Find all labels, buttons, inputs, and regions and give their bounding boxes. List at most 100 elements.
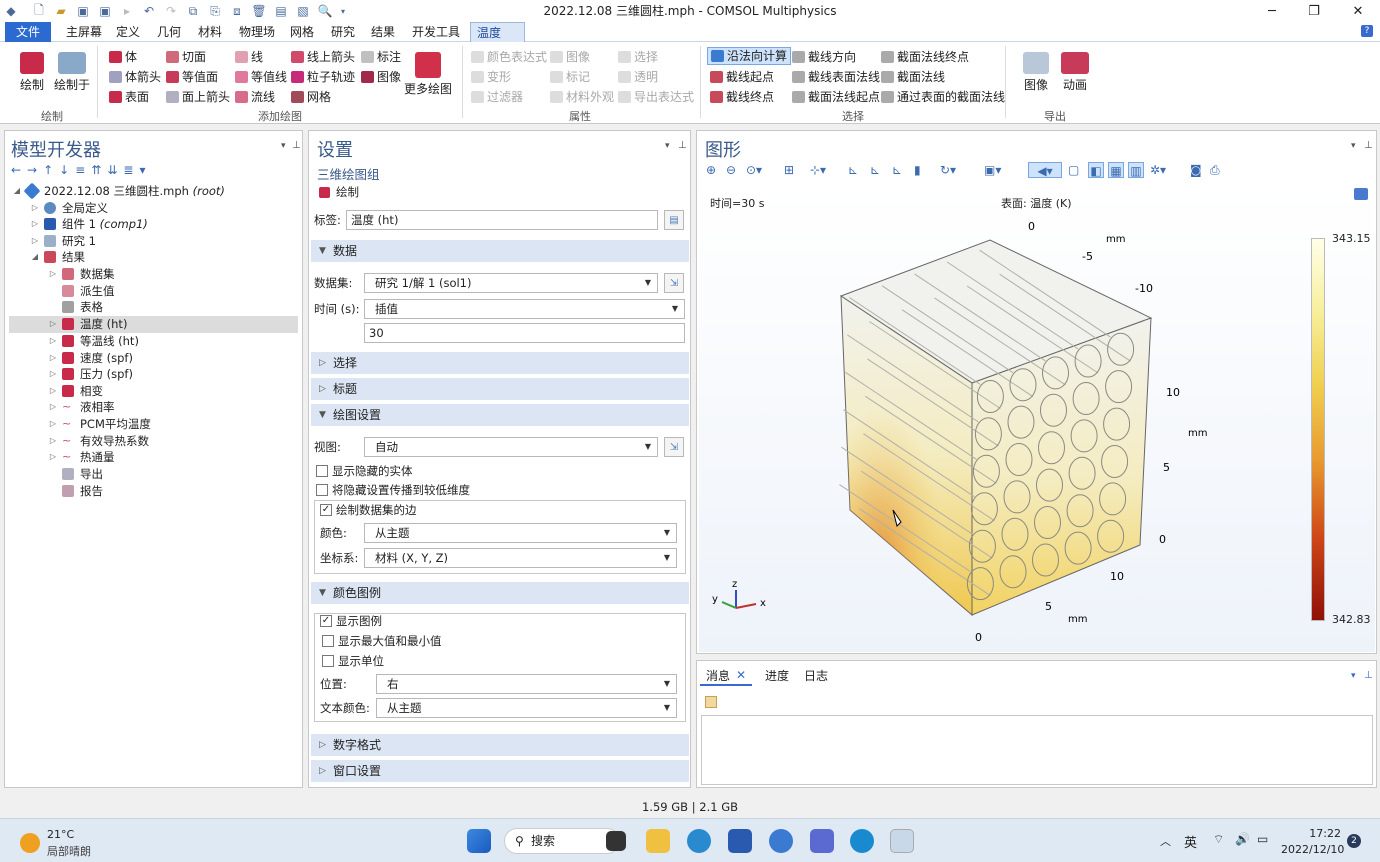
section-title[interactable]: ▷ 标题 [311,378,689,400]
tree-item-isotherms[interactable]: ▷ 等温线 (ht) [48,333,139,349]
expand-icon[interactable]: ▷ [48,433,58,449]
menu-file[interactable]: 文件 [5,22,51,42]
tree-item-results[interactable]: ◢ 结果 [30,249,85,265]
section-plot-settings[interactable]: ▼ 绘图设置 [311,404,689,426]
expand-icon[interactable]: ▷ [48,416,58,432]
menu-study[interactable]: 研究 [325,22,361,42]
app-icon[interactable] [850,829,874,853]
expand-icon[interactable]: ▷ [30,200,40,216]
add-isosurface-button[interactable]: 等值面 [166,68,218,86]
add-surface-button[interactable]: 表面 [109,88,149,106]
attr-selection-button[interactable]: 选择 [618,48,658,66]
close-icon[interactable]: ✕ [736,668,746,682]
wireframe-icon[interactable]: ▢ [1068,162,1079,178]
start-icon[interactable] [467,829,491,853]
app-icon[interactable] [810,829,834,853]
cut-line-surface-normal-button[interactable]: 截线表面法线 [792,68,880,86]
expand-icon[interactable]: ▷ [48,399,58,415]
label-edit-button[interactable]: ▤ [664,210,684,230]
cut-plane-normal-end-button[interactable]: 截面法线终点 [881,48,969,66]
taskbar-search[interactable]: ⚲ 搜索 [504,828,620,854]
legend-position-select[interactable]: 右 ▼ [376,674,677,694]
edge-icon[interactable] [687,829,711,853]
cut-line-start-button[interactable]: 截线起点 [710,68,774,86]
tree-item-effective-conductivity[interactable]: ▷ ~ 有效导热系数 [48,433,149,449]
minimize-button[interactable]: ─ [1250,0,1294,22]
add-contour-button[interactable]: 等值线 [235,68,287,86]
marker-button[interactable]: 标记 [550,68,590,86]
print-icon[interactable]: ⎙ [1210,162,1220,178]
export-expressions-button[interactable]: 导出表达式 [618,88,694,106]
notification-badge[interactable]: 2 [1347,834,1361,848]
add-image-button[interactable]: 图像 [361,68,401,86]
tree-item-datasets[interactable]: ▷ 数据集 [48,266,115,282]
maximize-button[interactable]: ❐ [1292,0,1336,22]
tree-item-temperature[interactable]: ▷ 温度 (ht) [48,316,128,332]
tree-item-component[interactable]: ▷ 组件 1 (comp1) [30,216,148,232]
section-color-legend[interactable]: ▼ 颜色图例 [311,582,689,604]
show-hidden-entities-checkbox[interactable]: 显示隐藏的实体 [316,463,413,479]
expand-icon[interactable]: ▷ [48,366,58,382]
panel-menu-icon[interactable]: ▾ [665,141,670,151]
camera-icon[interactable]: ◙ [1190,162,1202,178]
add-streamline-button[interactable]: 流线 [235,88,275,106]
input-language[interactable]: 英 [1184,832,1197,851]
compute-along-normal-button[interactable]: 沿法向计算 [707,47,792,65]
cut-plane-normal-start-button[interactable]: 截面法线起点 [792,88,880,106]
tree-item-study[interactable]: ▷ 研究 1 [30,233,96,249]
section-data[interactable]: ▼ 数据 [311,240,689,262]
add-arrow-line-button[interactable]: 线上箭头 [291,48,355,66]
section-selection[interactable]: ▷ 选择 [311,352,689,374]
tree-item-global-definitions[interactable]: ▷ 全局定义 [30,200,108,216]
time-value-input[interactable]: 30 [364,323,685,343]
menu-physics[interactable]: 物理场 [233,22,281,42]
coord-system-select[interactable]: 材料 (X, Y, Z) ▼ [364,548,677,568]
menu-results[interactable]: 结果 [365,22,401,42]
plot-dataset-edges-checkbox[interactable]: ✓ 绘制数据集的边 [320,502,417,518]
render-icon[interactable]: ✲▾ [1150,162,1166,178]
go-to-default-view-icon[interactable]: ▮ [914,162,921,178]
add-line-button[interactable]: 线 [235,48,263,66]
time-select[interactable]: 插值 ▼ [364,299,685,319]
add-volume-button[interactable]: 体 [109,48,137,66]
export-image-button[interactable]: 图像 [1018,52,1054,93]
expand-icon[interactable]: ▷ [48,383,58,399]
messages-area[interactable] [701,715,1373,785]
dataset-select[interactable]: 研究 1/解 1 (sol1) ▼ [364,273,658,293]
menu-definitions[interactable]: 定义 [110,22,146,42]
filter-button[interactable]: 过滤器 [471,88,523,106]
tray-chevron-icon[interactable]: ︿ [1160,833,1171,849]
tree-item-heat-flux[interactable]: ▷ ~ 热通量 [48,449,115,465]
views-icon[interactable]: ⊹▾ [810,162,826,178]
menu-mesh[interactable]: 网格 [284,22,320,42]
tree-toolbar[interactable]: ←→↑↓≡⇈⇊≣▾ [11,163,151,177]
panel-menu-icon[interactable]: ▾ [281,141,286,151]
export-animation-button[interactable]: 动画 [1057,52,1093,93]
dataset-goto-button[interactable]: ⇲ [664,273,684,293]
tree-item-pressure[interactable]: ▷ 压力 (spf) [48,366,133,382]
selection-icon[interactable]: ▣▾ [984,162,1001,178]
text-color-select[interactable]: 从主题 ▼ [376,698,677,718]
add-annotation-button[interactable]: 标注 [361,48,401,66]
transparency-button[interactable]: 透明 [618,68,658,86]
cut-line-end-button[interactable]: 截线终点 [710,88,774,106]
tree-item-reports[interactable]: 报告 [48,483,103,499]
collapse-icon[interactable]: ◢ [30,249,40,265]
tree-item-phase-change[interactable]: ▷ 相变 [48,383,103,399]
zoom-extents-icon[interactable]: ⊞ [784,162,794,178]
deformation-button[interactable]: 变形 [471,68,511,86]
tree-item-pcm-avg-temp[interactable]: ▷ ~ PCM平均温度 [48,416,151,432]
clear-messages-icon[interactable] [705,696,717,708]
cut-line-direction-button[interactable]: 截线方向 [792,48,856,66]
zoom-in-icon[interactable]: ⊕ [706,162,716,178]
pin-icon[interactable]: ⊥ [292,140,301,151]
weather-icon[interactable] [20,833,40,853]
show-legend-checkbox[interactable]: ✓ 显示图例 [320,613,382,629]
material-appearance-button[interactable]: 材料外观 [550,88,614,106]
more-plots-button[interactable]: 更多绘图 [404,52,452,97]
expand-icon[interactable]: ▷ [30,233,40,249]
edge-color-select[interactable]: 从主题 ▼ [364,523,677,543]
app-icon[interactable] [769,829,793,853]
add-mesh-button[interactable]: 网格 [291,88,331,106]
help-icon[interactable]: ? [1361,25,1373,37]
